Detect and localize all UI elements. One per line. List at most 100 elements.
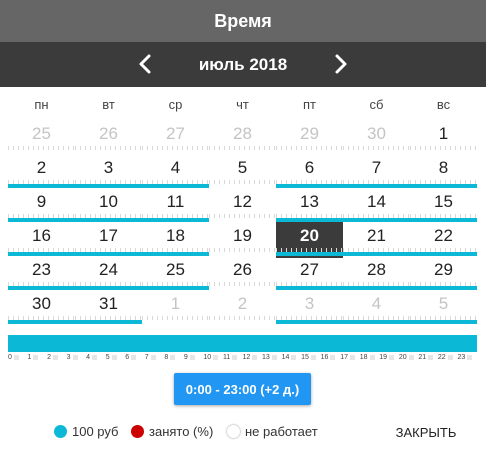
hour-label: 1 <box>28 354 39 361</box>
day-number: 23 <box>32 260 51 279</box>
day-cell[interactable]: 28 <box>343 256 410 292</box>
day-number: 19 <box>233 226 252 245</box>
day-number: 2 <box>36 158 47 177</box>
day-number: 5 <box>237 158 248 177</box>
day-number: 27 <box>166 124 185 143</box>
day-number: 7 <box>371 158 382 177</box>
legend-available-label: 100 руб <box>72 424 119 439</box>
weekday-label: пн <box>34 97 49 112</box>
day-number: 30 <box>367 124 386 143</box>
day-cell[interactable]: 22 <box>410 222 477 258</box>
day-cell[interactable]: 10 <box>75 188 142 224</box>
hour-label: 6 <box>125 354 136 361</box>
legend-closed: не работает <box>227 424 318 439</box>
day-cell[interactable]: 28 <box>209 120 276 156</box>
day-number: 4 <box>371 294 382 313</box>
day-cell[interactable]: 27 <box>276 256 343 292</box>
day-cell[interactable]: 25 <box>142 256 209 292</box>
weekday-label: чт <box>236 97 249 112</box>
hour-label: 11 <box>223 354 237 361</box>
day-cell[interactable]: 29 <box>410 256 477 292</box>
day-cell-selected[interactable]: 20 <box>276 222 343 258</box>
weekday-label: сб <box>369 97 384 112</box>
day-cell[interactable]: 29 <box>276 120 343 156</box>
day-cell[interactable]: 30 <box>343 120 410 156</box>
hour-label: 5 <box>106 354 117 361</box>
day-cell[interactable]: 17 <box>75 222 142 258</box>
busy-dot-icon <box>131 425 144 438</box>
day-cell[interactable]: 26 <box>209 256 276 292</box>
day-cell[interactable]: 24 <box>75 256 142 292</box>
day-cell[interactable]: 1 <box>142 290 209 326</box>
hour-label: 0 <box>8 354 19 361</box>
hour-label: 15 <box>301 354 316 361</box>
hour-ticks <box>209 248 276 252</box>
day-cell[interactable]: 9 <box>8 188 75 224</box>
hour-label: 14 <box>282 354 297 361</box>
day-cell[interactable]: 26 <box>75 120 142 156</box>
hour-label: 3 <box>67 354 78 361</box>
day-cell[interactable]: 2 <box>209 290 276 326</box>
day-cell[interactable]: 8 <box>410 154 477 190</box>
day-cell[interactable]: 15 <box>410 188 477 224</box>
hour-ticks <box>142 146 209 150</box>
day-number: 4 <box>170 158 181 177</box>
day-cell[interactable]: 21 <box>343 222 410 258</box>
day-cell[interactable]: 16 <box>8 222 75 258</box>
hour-label: 9 <box>184 354 195 361</box>
day-cell[interactable]: 4 <box>343 290 410 326</box>
day-number: 30 <box>32 294 51 313</box>
hour-ticks <box>75 146 142 150</box>
day-number: 16 <box>32 226 51 245</box>
day-cell[interactable]: 3 <box>75 154 142 190</box>
day-cell[interactable]: 11 <box>142 188 209 224</box>
day-cell[interactable]: 7 <box>343 154 410 190</box>
hour-ticks <box>276 146 343 150</box>
day-cell[interactable]: 12 <box>209 188 276 224</box>
day-cell[interactable]: 18 <box>142 222 209 258</box>
day-number: 14 <box>367 192 386 211</box>
month-label: июль 2018 <box>198 55 288 74</box>
legend-available: 100 руб <box>54 424 118 439</box>
day-cell[interactable]: 30 <box>8 290 75 326</box>
day-cell[interactable]: 14 <box>343 188 410 224</box>
availability-bar <box>276 320 343 324</box>
hour-ticks <box>209 146 276 150</box>
day-cell[interactable]: 3 <box>276 290 343 326</box>
chevron-left-icon <box>139 54 151 74</box>
day-cell[interactable]: 4 <box>142 154 209 190</box>
hour-label: 8 <box>164 354 175 361</box>
day-number: 20 <box>300 226 319 245</box>
day-cell[interactable]: 23 <box>8 256 75 292</box>
hour-availability-bar[interactable] <box>8 335 477 352</box>
day-number: 25 <box>166 260 185 279</box>
day-number: 28 <box>367 260 386 279</box>
hour-label: 16 <box>321 354 336 361</box>
hour-label: 7 <box>145 354 156 361</box>
time-range-button[interactable]: 0:00 - 23:00 (+2 д.) <box>174 373 311 405</box>
day-number: 3 <box>304 294 315 313</box>
day-cell[interactable]: 2 <box>8 154 75 190</box>
day-cell[interactable]: 25 <box>8 120 75 156</box>
weekday-label: ср <box>168 97 183 112</box>
day-number: 29 <box>434 260 453 279</box>
hour-ticks <box>209 316 276 320</box>
day-cell[interactable]: 5 <box>209 154 276 190</box>
day-cell[interactable]: 19 <box>209 222 276 258</box>
day-cell[interactable]: 31 <box>75 290 142 326</box>
day-cell[interactable]: 1 <box>410 120 477 156</box>
legend-closed-label: не работает <box>245 424 318 439</box>
previous-month-button[interactable] <box>134 52 158 76</box>
day-number: 24 <box>99 260 118 279</box>
day-number: 29 <box>300 124 319 143</box>
day-cell[interactable]: 6 <box>276 154 343 190</box>
close-button[interactable]: ЗАКРЫТЬ <box>380 425 472 440</box>
next-month-button[interactable] <box>328 52 352 76</box>
chevron-right-icon <box>335 54 347 74</box>
hour-ticks <box>209 214 276 218</box>
day-cell[interactable]: 27 <box>142 120 209 156</box>
day-cell[interactable]: 5 <box>410 290 477 326</box>
month-navigation: июль 2018 <box>0 42 486 87</box>
day-cell[interactable]: 13 <box>276 188 343 224</box>
hour-ticks <box>410 146 477 150</box>
